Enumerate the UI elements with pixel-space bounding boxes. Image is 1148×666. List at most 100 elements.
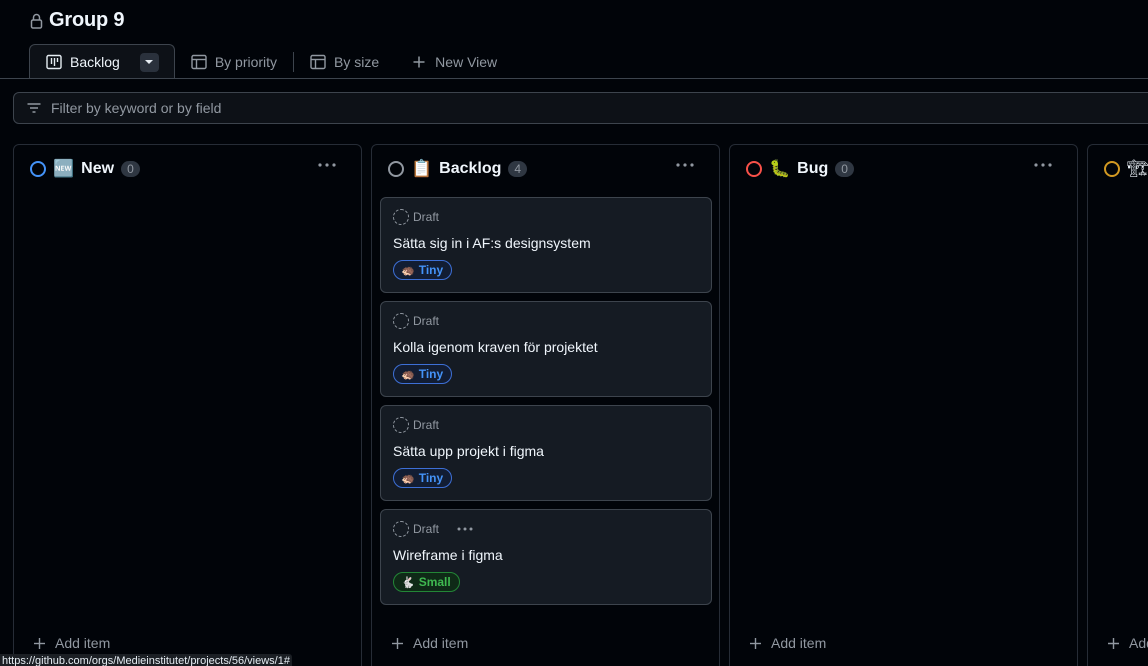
size-label: Tiny [418, 367, 444, 381]
tab-by-size[interactable]: By size [294, 44, 395, 79]
filter-placeholder: Filter by keyword or by field [51, 100, 222, 116]
bug-emoji-icon: 🐛 [769, 159, 791, 178]
card-status: Draft [393, 417, 439, 433]
page-title: Group 9 [49, 9, 125, 31]
tab-backlog[interactable]: Backlog [29, 44, 175, 79]
add-item-button[interactable]: Add item [33, 635, 110, 651]
column-header: 🆕 New 0 [30, 159, 140, 179]
size-badge: 🦔 Tiny [393, 468, 453, 488]
column-header: 🏗 [1104, 159, 1148, 179]
column-count: 4 [508, 161, 528, 177]
column-partial: 🏗 Add [1087, 144, 1148, 666]
filter-icon [26, 100, 42, 116]
tab-label: Backlog [70, 54, 120, 70]
table-icon [191, 54, 207, 70]
lock-icon [30, 13, 43, 29]
hedgehog-emoji-icon: 🦔 [401, 264, 415, 277]
kebab-horizontal-icon [676, 163, 694, 167]
card-title[interactable]: Sätta sig in i AF:s designsystem [393, 235, 591, 251]
size-label: Small [418, 575, 451, 589]
hedgehog-emoji-icon: 🦔 [401, 472, 415, 485]
add-item-label: Add item [771, 635, 827, 651]
column-name: Backlog [439, 160, 502, 177]
view-tabs: Backlog By priority By size New View [29, 44, 513, 79]
column-bug: 🐛 Bug 0 Add item [729, 144, 1078, 666]
kebab-horizontal-icon [1034, 163, 1052, 167]
link-preview-url: https://github.com/orgs/Medieinstitutet/… [0, 654, 292, 666]
draft-label: Draft [413, 210, 440, 224]
status-circle-icon [30, 161, 46, 177]
draft-card[interactable]: Draft Kolla igenom kraven för projektet … [380, 301, 712, 397]
column-backlog: 📋 Backlog 4 Draft Sätta sig in i AF:s de… [371, 144, 720, 666]
card-status: Draft [393, 209, 439, 225]
add-item-button[interactable]: Add item [749, 635, 826, 651]
new-emoji-icon: 🆕 [53, 159, 75, 178]
status-circle-icon [388, 161, 404, 177]
rabbit-emoji-icon: 🐇 [401, 576, 415, 589]
column-header: 🐛 Bug 0 [746, 159, 854, 179]
plus-icon [750, 637, 761, 649]
draft-card[interactable]: Draft Sätta sig in i AF:s designsystem 🦔… [380, 197, 712, 293]
status-circle-icon [1104, 161, 1120, 177]
add-item-label: Add item [413, 635, 469, 651]
tab-label: By priority [214, 53, 278, 70]
card-title[interactable]: Wireframe i figma [393, 547, 503, 563]
plus-icon [1108, 637, 1119, 649]
view-options-button[interactable] [139, 52, 159, 72]
card-title[interactable]: Kolla igenom kraven för projektet [393, 339, 598, 355]
column-count: 0 [835, 161, 854, 177]
card-list: Draft Sätta sig in i AF:s designsystem 🦔… [380, 197, 712, 605]
draft-card[interactable]: Draft Sätta upp projekt i figma 🦔 Tiny [380, 405, 712, 501]
table-icon [310, 54, 326, 70]
plus-icon [392, 637, 403, 649]
draft-icon [393, 313, 409, 329]
column-header: 📋 Backlog 4 [388, 159, 528, 179]
card-status: Draft [393, 313, 439, 329]
size-badge: 🐇 Small [393, 572, 460, 592]
size-label: Tiny [418, 471, 444, 485]
column-new: 🆕 New 0 Add item [13, 144, 362, 666]
clipboard-emoji-icon: 📋 [411, 159, 433, 178]
plus-icon [34, 637, 45, 649]
draft-icon [393, 209, 409, 225]
add-item-button[interactable]: Add item [391, 635, 468, 651]
draft-label: Draft [413, 522, 440, 536]
chevron-down-icon [145, 60, 154, 64]
size-badge: 🦔 Tiny [393, 364, 453, 384]
column-name: New [81, 160, 115, 177]
new-view-button[interactable]: New View [395, 44, 513, 79]
draft-label: Draft [413, 418, 440, 432]
card-status: Draft [393, 521, 473, 537]
divider [0, 78, 1148, 79]
kebab-horizontal-icon [457, 527, 473, 531]
column-menu-button[interactable] [317, 155, 337, 175]
tab-label: New View [435, 53, 498, 70]
card-menu-button[interactable] [457, 527, 473, 531]
filter-input[interactable]: Filter by keyword or by field [13, 92, 1148, 124]
column-menu-button[interactable] [675, 155, 695, 175]
tab-label: By size [334, 53, 380, 70]
board: 🆕 New 0 Add item 📋 Backlog 4 Draft Sätta… [13, 144, 1148, 666]
add-item-button[interactable]: Add [1107, 635, 1148, 651]
size-label: Tiny [418, 263, 444, 277]
column-menu-button[interactable] [1033, 155, 1053, 175]
hedgehog-emoji-icon: 🦔 [401, 368, 415, 381]
title-row: Group 9 [30, 9, 124, 32]
size-badge: 🦔 Tiny [393, 260, 453, 280]
kebab-horizontal-icon [318, 163, 336, 167]
board-icon [46, 54, 62, 70]
draft-icon [393, 417, 409, 433]
add-item-label: Add [1129, 635, 1148, 651]
status-circle-icon [746, 161, 762, 177]
card-title[interactable]: Sätta upp projekt i figma [393, 443, 544, 459]
construction-emoji-icon: 🏗 [1127, 159, 1148, 178]
draft-label: Draft [413, 314, 440, 328]
tab-by-priority[interactable]: By priority [175, 44, 293, 79]
plus-icon [411, 54, 427, 70]
column-count: 0 [121, 161, 140, 177]
draft-card[interactable]: Draft Wireframe i figma 🐇 Small [380, 509, 712, 605]
draft-icon [393, 521, 409, 537]
project-header: Group 9 Backlog By priority By size New … [0, 0, 1148, 79]
add-item-label: Add item [55, 635, 111, 651]
column-name: Bug [797, 160, 829, 177]
